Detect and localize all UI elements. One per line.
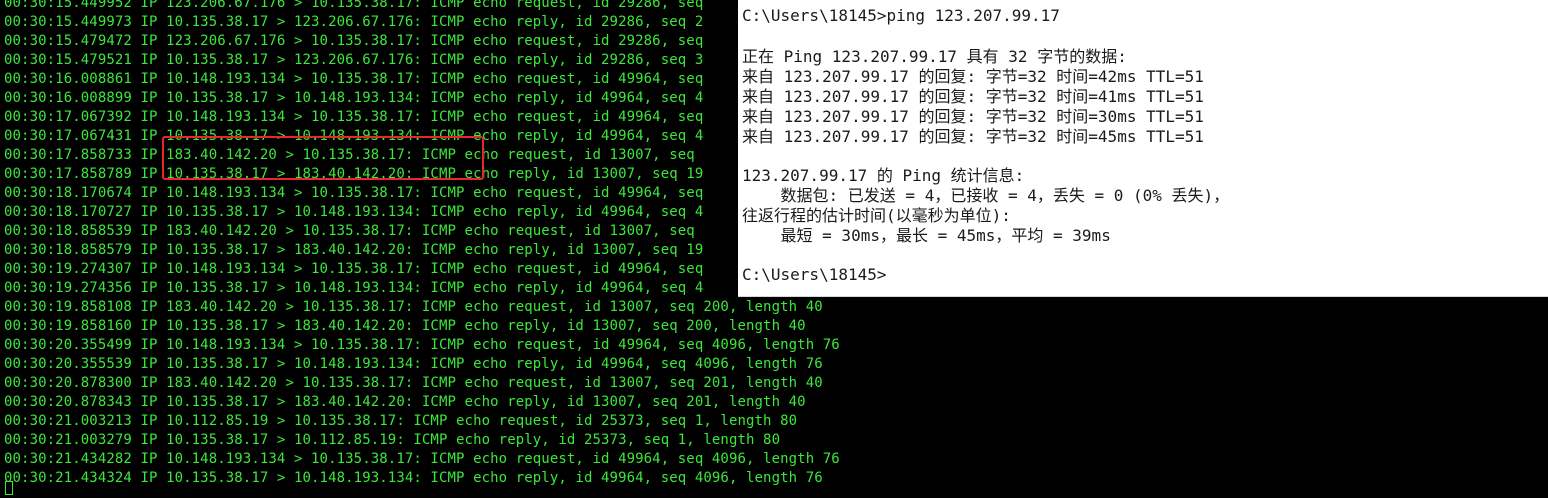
terminal-line: 00:30:18.170674 IP 10.148.193.134 > 10.1… <box>4 185 704 201</box>
terminal-line: 00:30:19.858108 IP 183.40.142.20 > 10.13… <box>4 299 823 315</box>
terminal-line: 00:30:19.274356 IP 10.135.38.17 > 10.148… <box>4 280 704 296</box>
terminal-line: 00:30:20.355539 IP 10.135.38.17 > 10.148… <box>4 356 823 372</box>
cmd-line: C:\Users\18145>ping 123.207.99.17 <box>742 6 1060 25</box>
cmd-line: 往返行程的估计时间(以毫秒为单位): <box>742 206 1011 225</box>
terminal-line: 00:30:15.479521 IP 10.135.38.17 > 123.20… <box>4 52 704 68</box>
cmd-line: 来自 123.207.99.17 的回复: 字节=32 时间=41ms TTL=… <box>742 87 1204 106</box>
cmd-line: 最短 = 30ms，最长 = 45ms，平均 = 39ms <box>742 226 1111 245</box>
cmd-line: 正在 Ping 123.207.99.17 具有 32 字节的数据: <box>742 47 1127 66</box>
cmd-ping-window[interactable]: C:\Users\18145>ping 123.207.99.17 正在 Pin… <box>738 0 1548 297</box>
terminal-line: 00:30:18.170727 IP 10.135.38.17 > 10.148… <box>4 204 704 220</box>
terminal-line: 00:30:20.878300 IP 183.40.142.20 > 10.13… <box>4 375 823 391</box>
terminal-line: 00:30:21.003213 IP 10.112.85.19 > 10.135… <box>4 413 798 429</box>
terminal-line: 00:30:21.434282 IP 10.148.193.134 > 10.1… <box>4 451 840 467</box>
terminal-line: 00:30:21.003279 IP 10.135.38.17 > 10.112… <box>4 432 781 448</box>
terminal-line: 00:30:19.274307 IP 10.148.193.134 > 10.1… <box>4 261 704 277</box>
cmd-prompt[interactable]: C:\Users\18145> <box>742 265 887 285</box>
terminal-line: 00:30:19.858160 IP 10.135.38.17 > 183.40… <box>4 318 806 334</box>
terminal-line: 00:30:20.355499 IP 10.148.193.134 > 10.1… <box>4 337 840 353</box>
terminal-line: 00:30:18.858539 IP 183.40.142.20 > 10.13… <box>4 223 695 239</box>
cmd-line: 来自 123.207.99.17 的回复: 字节=32 时间=30ms TTL=… <box>742 107 1204 126</box>
highlight-annotation-box <box>162 136 484 180</box>
cmd-line: 123.207.99.17 的 Ping 统计信息: <box>742 166 1025 185</box>
terminal-line: 00:30:17.067392 IP 10.148.193.134 > 10.1… <box>4 109 704 125</box>
terminal-line: 00:30:18.858579 IP 10.135.38.17 > 183.40… <box>4 242 704 258</box>
terminal-line: 00:30:15.449973 IP 10.135.38.17 > 123.20… <box>4 14 704 30</box>
terminal-line: 00:30:16.008899 IP 10.135.38.17 > 10.148… <box>4 90 704 106</box>
terminal-line: 00:30:20.878343 IP 10.135.38.17 > 183.40… <box>4 394 806 410</box>
cmd-line: 来自 123.207.99.17 的回复: 字节=32 时间=42ms TTL=… <box>742 67 1204 86</box>
terminal-cursor <box>5 481 13 495</box>
cmd-line: 来自 123.207.99.17 的回复: 字节=32 时间=45ms TTL=… <box>742 127 1204 146</box>
terminal-line: 00:30:15.449952 IP 123.206.67.176 > 10.1… <box>4 0 704 11</box>
terminal-line: 00:30:16.008861 IP 10.148.193.134 > 10.1… <box>4 71 704 87</box>
cmd-line: 数据包: 已发送 = 4，已接收 = 4，丢失 = 0 (0% 丢失)， <box>742 186 1230 205</box>
terminal-line: 00:30:21.434324 IP 10.135.38.17 > 10.148… <box>4 470 823 486</box>
terminal-line: 00:30:15.479472 IP 123.206.67.176 > 10.1… <box>4 33 704 49</box>
